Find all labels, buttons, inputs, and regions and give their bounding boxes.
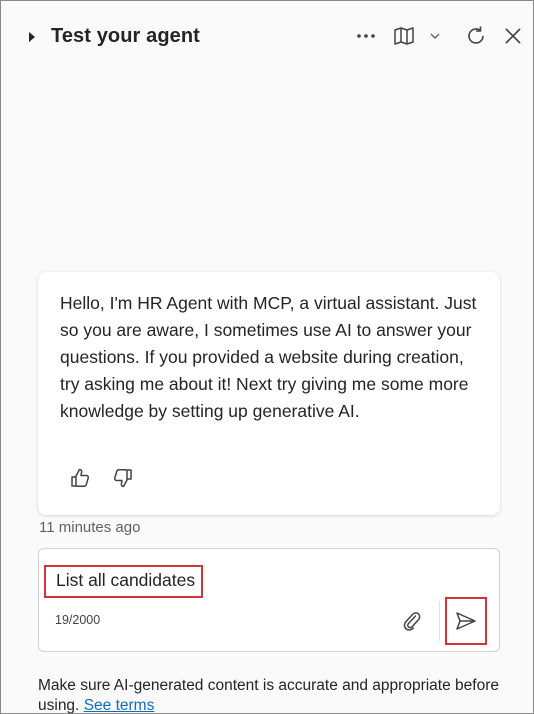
see-terms-link[interactable]: See terms: [84, 697, 155, 714]
send-button[interactable]: [445, 597, 487, 645]
paperclip-icon: [403, 612, 421, 631]
thumbs-up-icon: [71, 468, 90, 488]
character-count: 19/2000: [55, 613, 101, 627]
close-icon: [505, 28, 521, 44]
panel-header: Test your agent: [1, 1, 533, 71]
composer-divider: [439, 601, 440, 641]
chat-input[interactable]: List all candidates: [56, 570, 195, 590]
more-icon: [357, 34, 375, 38]
more-options-button[interactable]: [353, 23, 379, 49]
agent-message-text: Hello, I'm HR Agent with MCP, a virtual …: [60, 293, 477, 421]
map-button[interactable]: [392, 23, 416, 49]
chat-input-box[interactable]: List all candidates 19/2000: [38, 548, 500, 652]
close-button[interactable]: [501, 23, 525, 49]
test-agent-panel: Test your agent Hello, I'm HR Agent with…: [0, 0, 534, 714]
map-dropdown-button[interactable]: [427, 23, 443, 49]
message-timestamp: 11 minutes ago: [39, 519, 141, 536]
chat-input-highlight: List all candidates: [44, 565, 204, 598]
attach-button[interactable]: [400, 609, 424, 633]
thumbs-down-button[interactable]: [111, 466, 135, 490]
map-icon: [394, 27, 414, 45]
refresh-button[interactable]: [464, 23, 488, 49]
caret-right-icon[interactable]: [27, 31, 37, 43]
panel-title: Test your agent: [51, 25, 200, 47]
refresh-icon: [468, 26, 484, 44]
ai-disclaimer: Make sure AI-generated content is accura…: [38, 676, 508, 714]
thumbs-up-button[interactable]: [68, 466, 92, 490]
chevron-down-icon: [430, 33, 440, 39]
agent-message-card: Hello, I'm HR Agent with MCP, a virtual …: [38, 272, 500, 515]
thumbs-down-icon: [113, 468, 132, 488]
send-icon: [456, 612, 476, 630]
